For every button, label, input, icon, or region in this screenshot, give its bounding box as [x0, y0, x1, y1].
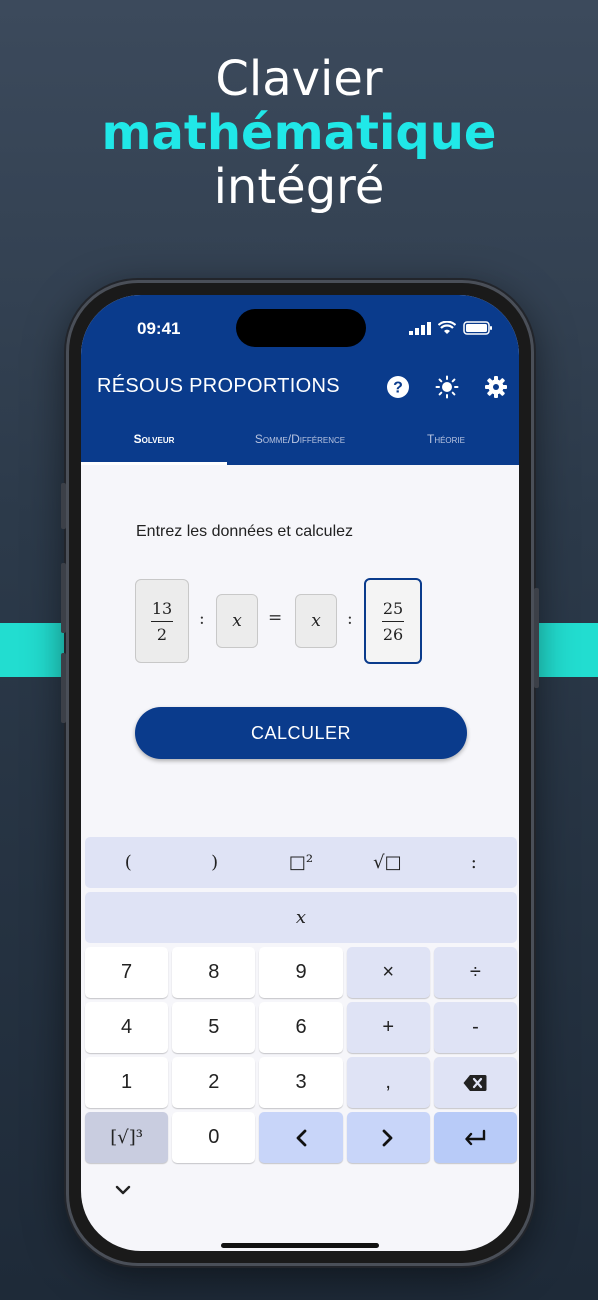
keyboard-row-3: 1 2 3 , — [85, 1057, 518, 1108]
key-cursor-right[interactable] — [346, 1112, 430, 1163]
key-cube-root[interactable]: [√]³ — [85, 1112, 169, 1163]
term-b-input[interactable]: x — [216, 594, 258, 648]
keyboard-row-1: 7 8 9 × ÷ — [85, 947, 518, 998]
decor-band-left — [0, 623, 66, 677]
home-indicator — [221, 1243, 379, 1248]
math-keyboard: ( ) □² √□ : x 7 8 9 × ÷ 4 5 6 + - 1 2 3 … — [85, 837, 518, 1167]
key-0[interactable]: 0 — [172, 1112, 256, 1163]
term-c-value: x — [311, 611, 321, 631]
key-divide[interactable]: ÷ — [433, 947, 518, 998]
term-c-input[interactable]: x — [295, 594, 337, 648]
fraction-bar — [382, 620, 404, 622]
app-title: RÉSOUS PROPORTIONS — [97, 375, 340, 397]
tab-bar: Solveur Somme/Différence Théorie — [81, 423, 519, 465]
key-9[interactable]: 9 — [259, 947, 343, 998]
keyboard-row-2: 4 5 6 + - — [85, 1002, 518, 1053]
key-3[interactable]: 3 — [259, 1057, 343, 1108]
calculate-button[interactable]: CALCULER — [135, 707, 467, 759]
key-7[interactable]: 7 — [85, 947, 169, 998]
key-1[interactable]: 1 — [85, 1057, 169, 1108]
settings-icon[interactable] — [484, 375, 508, 399]
app-bar: 09:41 RÉSOUS PROPORTIONS ? Solveur Somme… — [81, 295, 519, 465]
phone-button-action — [61, 483, 66, 529]
key-variable-x[interactable]: x — [85, 892, 517, 943]
instruction-text: Entrez les données et calculez — [136, 523, 354, 540]
key-5[interactable]: 5 — [172, 1002, 256, 1053]
term-a-denominator: 2 — [156, 624, 168, 644]
keyboard-function-row: ( ) □² √□ : — [85, 837, 517, 888]
phone-frame: 09:41 RÉSOUS PROPORTIONS ? Solveur Somme… — [61, 280, 539, 1266]
signal-icon — [409, 321, 431, 335]
term-a-input[interactable]: 13 2 — [135, 579, 189, 663]
term-a-fraction: 13 2 — [151, 599, 173, 644]
key-plus[interactable]: + — [346, 1002, 430, 1053]
tab-solveur[interactable]: Solveur — [81, 423, 227, 465]
phone-screen: 09:41 RÉSOUS PROPORTIONS ? Solveur Somme… — [81, 295, 519, 1251]
term-a-numerator: 13 — [151, 598, 173, 618]
chevron-left-icon — [296, 1129, 307, 1146]
key-4[interactable]: 4 — [85, 1002, 169, 1053]
headline-line1: Clavier — [215, 51, 383, 107]
term-d-numerator: 25 — [382, 598, 404, 618]
svg-text:?: ? — [393, 380, 403, 397]
key-comma[interactable]: , — [346, 1057, 430, 1108]
key-close-paren[interactable]: ) — [171, 837, 257, 888]
key-enter[interactable] — [433, 1112, 518, 1163]
chevron-down-icon[interactable] — [115, 1185, 131, 1195]
key-backspace[interactable] — [433, 1057, 518, 1108]
decor-band-right — [532, 623, 598, 677]
headline-line3: intégré — [213, 159, 385, 215]
tab-somme-difference[interactable]: Somme/Différence — [227, 423, 373, 465]
key-multiply[interactable]: × — [346, 947, 430, 998]
backspace-icon — [463, 1074, 487, 1091]
promo-headline: Clavier mathématique intégré — [0, 52, 598, 214]
term-b-value: x — [232, 611, 242, 631]
chevron-right-icon — [382, 1129, 393, 1146]
status-icons — [409, 321, 493, 335]
phone-button-volume-down — [61, 653, 66, 723]
status-time: 09:41 — [137, 319, 181, 338]
equals-sign: = — [268, 608, 283, 628]
key-minus[interactable]: - — [433, 1002, 518, 1053]
key-sqrt[interactable]: √□ — [344, 837, 430, 888]
ratio-sign-1: : — [199, 609, 205, 629]
fraction-bar — [151, 620, 173, 622]
help-icon[interactable]: ? — [386, 375, 410, 399]
phone-button-volume-up — [61, 563, 66, 633]
key-square[interactable]: □² — [258, 837, 344, 888]
battery-icon — [463, 321, 492, 335]
term-d-denominator: 26 — [382, 624, 404, 644]
headline-line2: mathématique — [101, 105, 497, 161]
term-d-fraction: 25 26 — [382, 599, 404, 644]
key-6[interactable]: 6 — [259, 1002, 343, 1053]
proportion-equation: 13 2 : x = x : 25 26 — [135, 578, 425, 665]
tab-theorie[interactable]: Théorie — [373, 423, 519, 465]
key-open-paren[interactable]: ( — [85, 837, 171, 888]
key-8[interactable]: 8 — [172, 947, 256, 998]
ratio-sign-2: : — [347, 609, 353, 629]
key-ratio[interactable]: : — [431, 837, 517, 888]
keyboard-row-4: [√]³ 0 — [85, 1112, 518, 1163]
brightness-icon[interactable] — [435, 375, 459, 399]
term-d-input[interactable]: 25 26 — [364, 578, 422, 664]
key-cursor-left[interactable] — [259, 1112, 343, 1163]
phone-button-power — [534, 588, 539, 688]
dynamic-island — [236, 309, 366, 347]
enter-icon — [465, 1129, 486, 1145]
key-2[interactable]: 2 — [172, 1057, 256, 1108]
wifi-icon — [438, 321, 456, 334]
